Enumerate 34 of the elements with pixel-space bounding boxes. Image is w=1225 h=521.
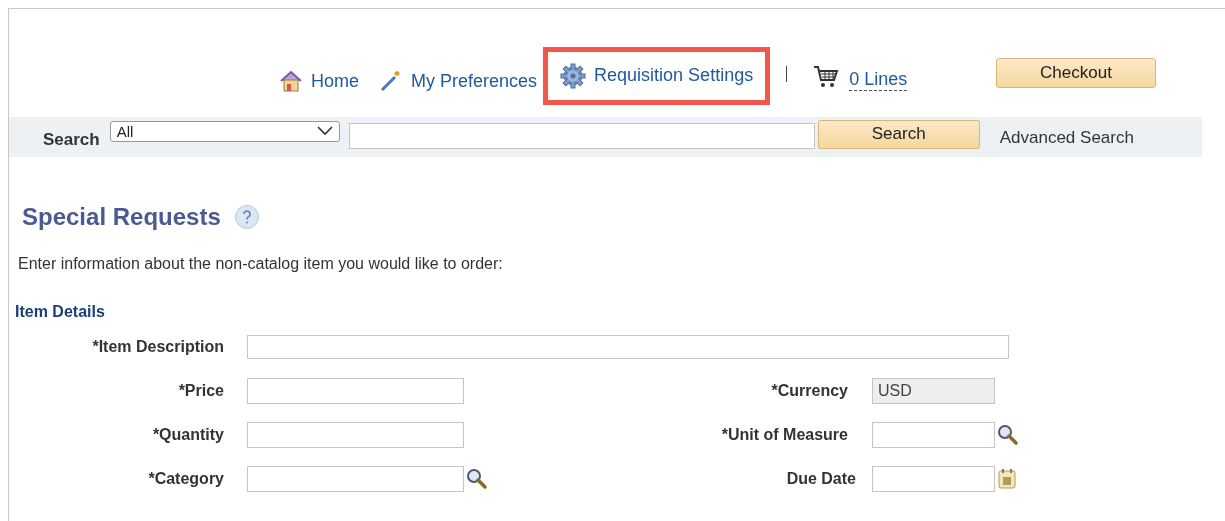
input-field[interactable] [872, 466, 995, 492]
search-scope-dropdown[interactable]: All [109, 120, 340, 142]
input-field[interactable] [247, 422, 464, 448]
checkout-button[interactable]: Checkout [996, 58, 1156, 88]
field-label: *Quantity [151, 426, 224, 444]
input-field[interactable] [247, 466, 464, 492]
section-title: Item Details [15, 303, 106, 321]
field-label: *Currency [770, 382, 848, 400]
nav-link[interactable]: My Preferences [379, 70, 538, 92]
cart-icon[interactable] [813, 65, 840, 89]
calendar-icon[interactable] [997, 468, 1017, 490]
input-field[interactable] [872, 422, 995, 448]
nav-link[interactable]: Requisition Settings [543, 46, 771, 105]
field-label: Due Date [785, 470, 856, 488]
input-field[interactable] [247, 335, 1009, 359]
chevron-down-icon [316, 126, 333, 136]
field-label: *Unit of Measure [720, 426, 848, 444]
magic-wand-icon [379, 70, 403, 92]
advanced-search-link[interactable]: Advanced Search [999, 128, 1134, 148]
help-icon[interactable] [234, 205, 259, 229]
field-label: *Item Description [91, 338, 224, 356]
house-icon [279, 70, 303, 92]
nav-link[interactable]: Home [279, 70, 359, 92]
search-icon[interactable] [997, 424, 1019, 446]
search-icon[interactable] [466, 468, 488, 490]
page-title: Special Requests [22, 203, 221, 231]
input-field[interactable] [247, 378, 464, 404]
cart-lines-link[interactable]: 0 Lines [849, 69, 908, 91]
instructions-text: Enter information about the non-catalog item you would like to order: [18, 255, 504, 273]
field-label: *Category [147, 470, 224, 488]
search-button[interactable]: Search [817, 119, 980, 149]
search-label: Search [43, 130, 100, 150]
search-field[interactable] [348, 123, 815, 149]
field-label: *Price [177, 382, 224, 400]
